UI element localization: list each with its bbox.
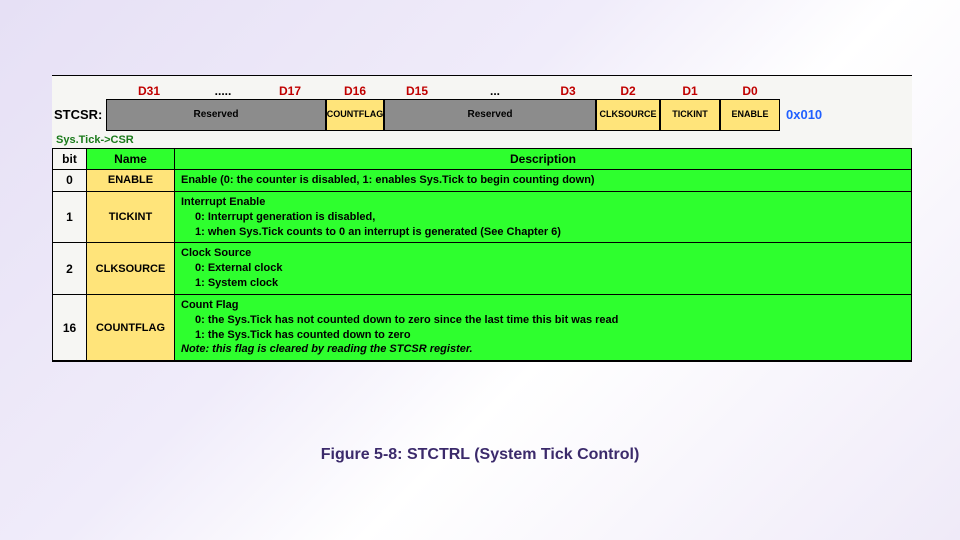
register-strip: Reserved COUNTFLAG Reserved CLKSOURCE TI… [106,99,780,131]
th-name: Name [87,149,175,170]
bit-label-d16: D16 [326,84,384,98]
bit-number-row: D31 ..... D17 D16 D15 ... D3 D2 D1 D0 [52,76,912,98]
th-desc: Description [175,149,912,170]
bit-label-d31: D31 [106,84,192,98]
name-cell: TICKINT [87,191,175,243]
name-cell: ENABLE [87,170,175,192]
bit-label-d15: D15 [384,84,450,98]
figure-caption: Figure 5-8: STCTRL (System Tick Control) [0,446,960,464]
desc-line: 1: when Sys.Tick counts to 0 an interrup… [181,225,905,240]
th-bit: bit [53,149,87,170]
register-strip-row: STCSR: Reserved COUNTFLAG Reserved CLKSO… [52,98,912,130]
bit-label-d1: D1 [660,84,720,98]
field-reserved-lo: Reserved [384,99,596,131]
desc-title: Count Flag [181,299,238,311]
field-clksource: CLKSOURCE [596,99,660,131]
desc-line: 0: the Sys.Tick has not counted down to … [181,313,905,328]
csr-label: Sys.Tick->CSR [52,130,912,148]
field-tickint: TICKINT [660,99,720,131]
desc-line: 0: Interrupt generation is disabled, [181,210,905,225]
bit-label-d0: D0 [720,84,780,98]
bit-label-d17: D17 [254,84,326,98]
name-cell: CLKSOURCE [87,243,175,295]
bit-label-d2: D2 [596,84,660,98]
desc-title: Clock Source [181,247,251,259]
desc-title: Interrupt Enable [181,196,265,208]
table-row: 1 TICKINT Interrupt Enable 0: Interrupt … [53,191,912,243]
field-reserved-hi: Reserved [106,99,326,131]
desc-cell: Clock Source 0: External clock 1: System… [175,243,912,295]
desc-cell: Count Flag 0: the Sys.Tick has not count… [175,294,912,360]
name-cell: COUNTFLAG [87,294,175,360]
field-enable: ENABLE [720,99,780,131]
field-countflag: COUNTFLAG [326,99,384,131]
bit-label-d3: D3 [540,84,596,98]
bit-label-dots: ..... [192,84,254,98]
bit-label-dots2: ... [450,84,540,98]
bit-cell: 0 [53,170,87,192]
bit-cell: 1 [53,191,87,243]
bit-cell: 16 [53,294,87,360]
table-row: 2 CLKSOURCE Clock Source 0: External clo… [53,243,912,295]
desc-cell: Enable (0: the counter is disabled, 1: e… [175,170,912,192]
bit-cell: 2 [53,243,87,295]
table-row: 0 ENABLE Enable (0: the counter is disab… [53,170,912,192]
desc-note: Note: this flag is cleared by reading th… [181,343,473,355]
register-panel: D31 ..... D17 D16 D15 ... D3 D2 D1 D0 ST… [52,75,912,362]
register-address: 0x010 [780,107,822,122]
desc-line: 0: External clock [181,261,905,276]
desc-line: 1: System clock [181,276,905,291]
desc-line: 1: the Sys.Tick has counted down to zero [181,328,905,343]
register-name: STCSR: [52,107,106,122]
table-header-row: bit Name Description [53,149,912,170]
table-row: 16 COUNTFLAG Count Flag 0: the Sys.Tick … [53,294,912,360]
desc-cell: Interrupt Enable 0: Interrupt generation… [175,191,912,243]
bitfield-table: bit Name Description 0 ENABLE Enable (0:… [52,148,912,361]
